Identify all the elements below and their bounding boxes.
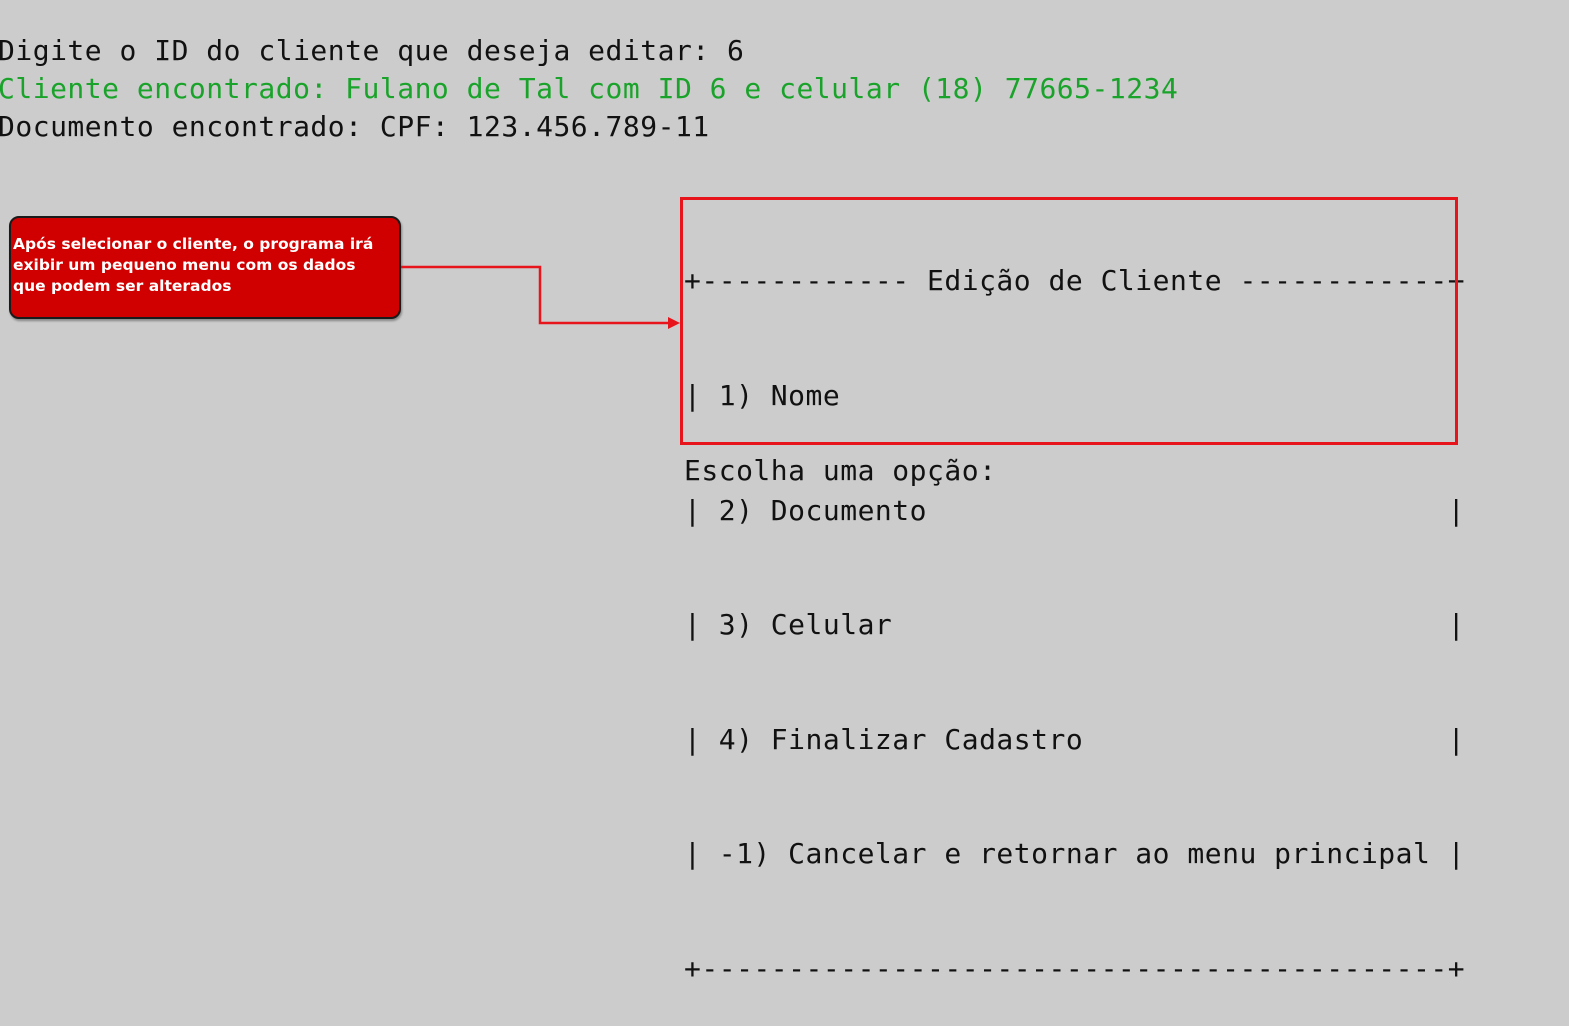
menu-footer-border: +---------------------------------------… — [684, 951, 1466, 985]
menu-option-finish: | 4) Finalizar Cadastro | — [684, 722, 1466, 756]
annotation-callout: Após selecionar o cliente, o programa ir… — [9, 216, 401, 319]
choose-option-prompt: Escolha uma opção: — [684, 454, 997, 487]
menu-option-cancel: | -1) Cancelar e retornar ao menu princi… — [684, 837, 1466, 871]
annotation-text: Após selecionar o cliente, o programa ir… — [13, 235, 374, 295]
menu-option-phone: | 3) Celular | — [684, 608, 1466, 642]
document-found-line: Documento encontrado: CPF: 123.456.789-1… — [0, 110, 710, 143]
client-found-line: Cliente encontrado: Fulano de Tal com ID… — [0, 72, 1179, 105]
arrowhead-icon — [668, 317, 680, 329]
id-prompt-line: Digite o ID do cliente que deseja editar… — [0, 34, 745, 67]
menu-option-document: | 2) Documento | — [684, 493, 1466, 527]
connector-line — [401, 265, 668, 325]
menu-highlight-box — [680, 197, 1458, 445]
